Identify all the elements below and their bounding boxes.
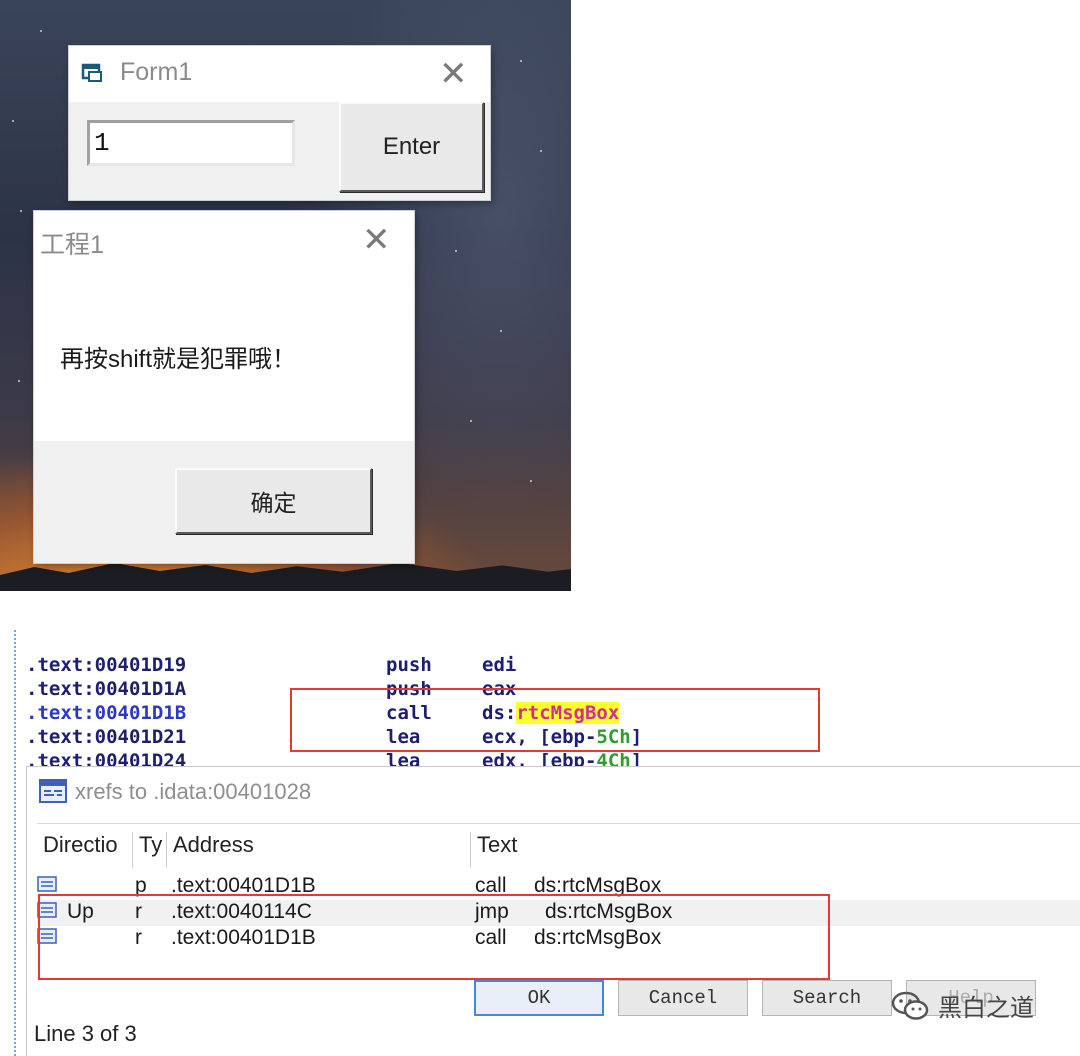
xref-text-operand: ds:rtcMsgBox (545, 900, 673, 923)
disasm-line[interactable]: .text:00401D19 push edi (26, 654, 516, 678)
xrefs-title: xrefs to .idata:00401028 (75, 779, 312, 804)
message-box-close-icon[interactable]: ✕ (362, 223, 391, 257)
disasm-symbol-highlight[interactable]: rtcMsgBox (516, 702, 620, 724)
column-header-text[interactable]: Text (471, 832, 1071, 868)
enter-button[interactable]: Enter (339, 102, 484, 192)
xrefs-table-header: Directio Ty Address Text (37, 824, 1080, 868)
disasm-mnemonic: push (386, 678, 432, 700)
xrefs-row[interactable]: p .text:00401D1B call ds:rtcMsgBox (37, 874, 1080, 900)
xref-address: .text:00401D1B (171, 926, 316, 949)
disasm-operand: eax (482, 678, 517, 700)
xref-type: r (135, 900, 142, 923)
disasm-mnemonic: lea (386, 726, 421, 748)
watermark-text: 黑白之道 (938, 995, 1034, 1022)
xref-text-mnemonic: jmp (475, 900, 509, 923)
disasm-line-current[interactable]: .text:00401D1B call ds:rtcMsgBox (26, 702, 620, 726)
xref-row-icon (37, 902, 57, 918)
xref-row-icon (37, 876, 57, 892)
disasm-line[interactable]: .text:00401D21 lea ecx, [ebp-5Ch] (26, 726, 642, 750)
disasm-operand-prefix: ds: (482, 702, 517, 724)
xref-row-icon (37, 928, 57, 944)
form1-text-input[interactable] (87, 120, 295, 166)
xrefs-cancel-button[interactable]: Cancel (618, 980, 748, 1016)
xref-text-mnemonic: call (475, 874, 507, 897)
disasm-address: .text:00401D1A (26, 678, 187, 700)
disasm-address: .text:00401D1B (26, 702, 187, 724)
message-box-text: 再按shift就是犯罪哦！ (60, 346, 297, 373)
form1-title: Form1 (120, 58, 193, 86)
disasm-mnemonic: call (386, 702, 432, 724)
disasm-operand-prefix: ecx, [ebp- (482, 726, 597, 748)
xref-text-operand: ds:rtcMsgBox (534, 874, 662, 897)
message-box-titlebar: 工程1 ✕ (34, 211, 414, 269)
xref-address: .text:00401D1B (171, 874, 316, 897)
form1-close-icon[interactable]: ✕ (439, 57, 468, 91)
xrefs-row[interactable]: Up r .text:0040114C jmp ds:rtcMsgBox (37, 900, 1080, 926)
disasm-address: .text:00401D19 (26, 654, 187, 676)
disasm-mnemonic: push (386, 654, 432, 676)
xrefs-status-line: Line 3 of 3 (34, 1021, 137, 1046)
xrefs-ok-button[interactable]: OK (474, 980, 604, 1016)
address-gutter (14, 630, 18, 1056)
column-header-type[interactable]: Ty (133, 832, 167, 868)
form1-titlebar: Form1 ✕ (69, 46, 490, 102)
watermark: 黑白之道 (890, 988, 1034, 1023)
disasm-address: .text:00401D21 (26, 726, 187, 748)
xref-type: r (135, 926, 142, 949)
column-header-address[interactable]: Address (167, 832, 471, 868)
xrefs-search-button[interactable]: Search (762, 980, 892, 1016)
disasm-operand: edi (482, 654, 517, 676)
disasm-operand-suffix: ] (630, 726, 643, 748)
xrefs-table: Directio Ty Address Text p .text:00401D1… (37, 823, 1080, 1004)
column-header-direction[interactable]: Directio (37, 832, 133, 868)
wechat-icon (891, 991, 929, 1020)
form-window-icon (81, 63, 102, 82)
xref-address: .text:0040114C (171, 900, 312, 923)
xrefs-window-icon (39, 779, 67, 803)
xref-text-operand: ds:rtcMsgBox (534, 926, 662, 949)
message-box-title: 工程1 (40, 231, 104, 259)
xref-direction: Up (67, 900, 94, 923)
xrefs-titlebar: xrefs to .idata:00401028 (27, 767, 1080, 817)
xrefs-row[interactable]: r .text:00401D1B call ds:rtcMsgBox (37, 926, 1080, 952)
xref-text-mnemonic: call (475, 926, 507, 949)
message-box-ok-button[interactable]: 确定 (175, 468, 372, 534)
xref-type: p (135, 874, 147, 897)
disasm-operand-number: 5Ch (596, 726, 631, 748)
disasm-line[interactable]: .text:00401D1A push eax (26, 678, 516, 702)
